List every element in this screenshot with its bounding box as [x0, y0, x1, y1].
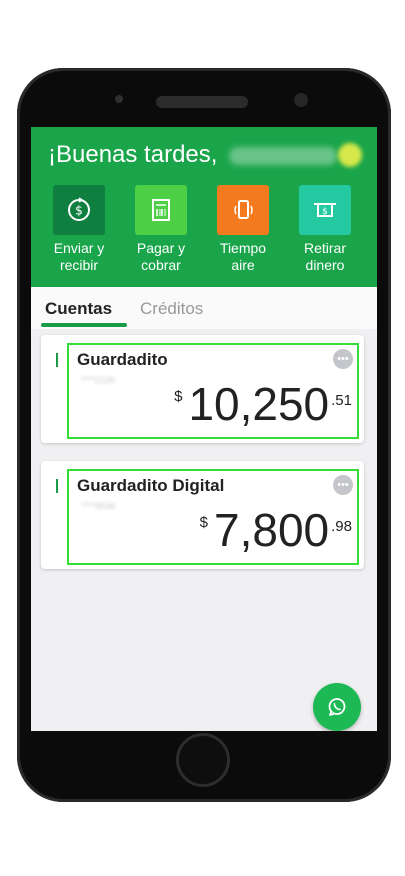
account-balance: $ 10,250 .51 [174, 381, 352, 427]
account-card-guardadito[interactable]: Guardadito ****2126 ••• $ 10,250 .51 [41, 335, 364, 443]
home-button[interactable] [176, 733, 230, 787]
active-tab-indicator [41, 323, 127, 327]
whatsapp-button[interactable] [313, 683, 361, 731]
svg-text:$: $ [75, 204, 83, 218]
account-number-masked: ****2126 [81, 375, 116, 385]
greeting-text: ¡Buenas tardes, [48, 141, 218, 168]
tab-cuentas[interactable]: Cuentas [45, 299, 112, 319]
account-name: Guardadito Digital [77, 476, 225, 495]
account-name: Guardadito [77, 350, 168, 369]
account-accent-bar [56, 479, 58, 493]
send-receive-icon: $ [53, 185, 105, 235]
send-receive-button[interactable]: $ Enviar y recibir [47, 185, 111, 274]
balance-decimal: .98 [331, 518, 352, 535]
phone-airtime-icon [217, 185, 269, 235]
account-number-masked: ****9636 [81, 501, 116, 511]
sensor-dot [115, 95, 123, 103]
pay-collect-icon [135, 185, 187, 235]
airtime-label-2: aire [231, 257, 255, 273]
balance-decimal: .51 [331, 392, 352, 409]
account-balance: $ 7,800 .98 [200, 507, 352, 553]
app-screen: ¡Buenas tardes, $ Enviar y recibir Pagar… [31, 127, 377, 731]
withdraw-cash-label-2: dinero [305, 257, 345, 273]
more-options-icon[interactable]: ••• [333, 349, 353, 369]
send-receive-label-1: Enviar y [53, 240, 105, 256]
pay-collect-label-2: cobrar [141, 257, 181, 273]
send-receive-label-2: recibir [59, 257, 99, 273]
balance-integer: 7,800 [214, 504, 330, 556]
whatsapp-icon [328, 698, 346, 716]
tab-creditos[interactable]: Créditos [140, 299, 203, 319]
user-avatar-blurred [338, 143, 362, 167]
svg-text:$: $ [322, 207, 328, 217]
speaker-grille [156, 96, 248, 108]
user-name-blurred [229, 147, 337, 165]
airtime-label-1: Tiempo [219, 240, 267, 256]
withdraw-cash-button[interactable]: $ Retirar dinero [293, 185, 357, 274]
currency-symbol: $ [174, 388, 183, 405]
withdraw-cash-icon: $ [299, 185, 351, 235]
account-tabs: Cuentas Créditos [31, 287, 377, 329]
more-options-icon[interactable]: ••• [333, 475, 353, 495]
withdraw-cash-label-1: Retirar [303, 240, 346, 256]
currency-symbol: $ [199, 514, 209, 531]
account-card-guardadito-digital[interactable]: Guardadito Digital ****9636 ••• $ 7,800 … [41, 461, 364, 569]
app-header: ¡Buenas tardes, $ Enviar y recibir Pagar… [31, 127, 377, 287]
pay-collect-button[interactable]: Pagar y cobrar [129, 185, 193, 274]
airtime-button[interactable]: Tiempo aire [211, 185, 275, 274]
pay-collect-label-1: Pagar y [136, 240, 186, 256]
front-camera [294, 93, 308, 107]
account-accent-bar [56, 353, 58, 367]
balance-integer: 10,250 [188, 378, 330, 430]
